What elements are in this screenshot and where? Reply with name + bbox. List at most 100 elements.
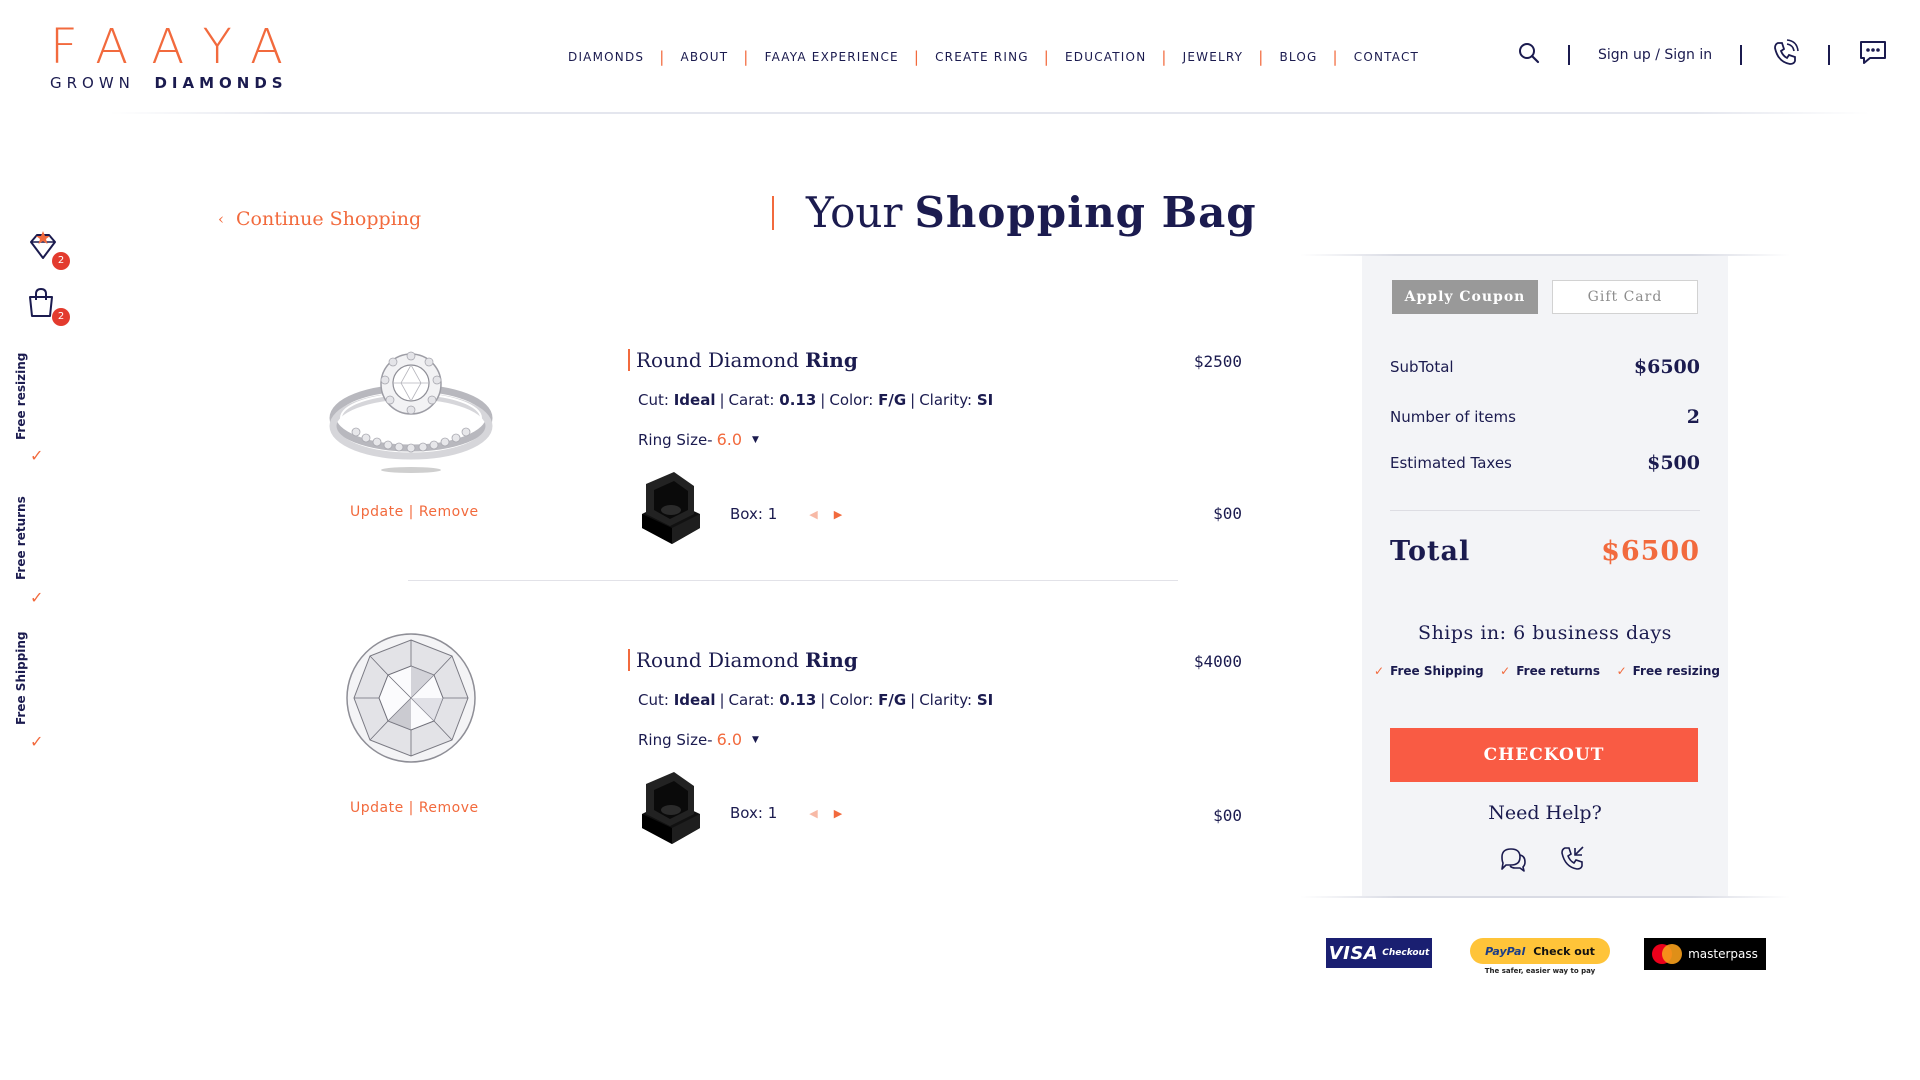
cut-value: Ideal	[673, 391, 716, 409]
item-1-box-price: $00	[1213, 504, 1242, 523]
color-label: Color:	[829, 391, 874, 409]
item-2-box-price: $00	[1213, 806, 1242, 825]
ring-size-value: 6.0	[716, 730, 743, 749]
item-2-ring-size-select[interactable]: Ring Size- 6.0 ▼	[638, 730, 759, 749]
color-value: F/G	[878, 391, 907, 409]
increase-arrow-icon[interactable]: ▶	[834, 508, 842, 521]
perk-resizing: ✓ Free resizing	[1617, 664, 1720, 678]
bag-count-badge: 2	[52, 308, 70, 326]
item-2-name[interactable]: Round Diamond Ring	[628, 648, 858, 672]
item-divider	[408, 580, 1178, 581]
perk-resizing-label: Free resizing	[1632, 664, 1720, 678]
visa-checkout-label: Checkout	[1382, 948, 1430, 958]
nav-separator: |	[1332, 48, 1339, 66]
item-1-name[interactable]: Round Diamond Ring	[628, 348, 858, 372]
main-nav: DIAMONDS | ABOUT | FAAYA EXPERIENCE | CREAT…	[568, 48, 1419, 66]
nav-contact[interactable]: CONTACT	[1354, 50, 1419, 64]
auth-link[interactable]: Sign up / Sign in	[1598, 47, 1712, 63]
spec-separator: |	[820, 391, 826, 409]
nav-education[interactable]: EDUCATION	[1065, 50, 1146, 64]
header-separator	[1828, 45, 1831, 65]
call-icon[interactable]	[1558, 844, 1588, 878]
bag-button[interactable]: 2	[26, 286, 70, 326]
paypal-pill: PayPal Check out	[1470, 938, 1610, 964]
subtotal-value: $6500	[1633, 356, 1700, 378]
chevron-left-icon: ‹	[218, 210, 224, 228]
nav-diamonds[interactable]: DIAMONDS	[568, 50, 644, 64]
nav-separator: |	[1258, 48, 1265, 66]
nav-create-ring[interactable]: CREATE RING	[935, 50, 1029, 64]
masterpass-badge: masterpass	[1644, 938, 1766, 970]
spec-separator: |	[719, 691, 725, 709]
nav-jewelry[interactable]: JEWELRY	[1183, 50, 1244, 64]
carat-label: Carat:	[728, 391, 775, 409]
spec-separator: |	[910, 691, 916, 709]
ring-image[interactable]	[326, 340, 496, 480]
phone-icon[interactable]	[1770, 38, 1800, 72]
wishlist-button[interactable]: 2	[26, 230, 70, 270]
perk-shipping-label: Free Shipping	[1390, 664, 1484, 678]
brand-logo[interactable]: FAAYA GROWN DIAMONDS	[50, 22, 290, 92]
decrease-arrow-icon[interactable]: ◀	[809, 807, 817, 820]
title-light: Your	[806, 188, 903, 237]
spec-separator: |	[820, 691, 826, 709]
clarity-value: SI	[976, 391, 994, 409]
item-2-specs: Cut: Ideal | Carat: 0.13 | Color: F/G | Clarit…	[638, 691, 993, 709]
item-1-ring-size-select[interactable]: Ring Size- 6.0 ▼	[638, 430, 759, 449]
remove-link[interactable]: Remove	[419, 800, 479, 816]
perk-returns: ✓ Free returns	[1500, 664, 1600, 678]
items-count-row: Number of items 2	[1390, 406, 1700, 428]
item-1-price: $2500	[1193, 352, 1242, 371]
rail-perk-returns: Free returns	[14, 496, 28, 580]
total-label: Total	[1390, 536, 1471, 567]
nav-faaya-experience[interactable]: FAAYA EXPERIENCE	[765, 50, 899, 64]
spec-separator: |	[719, 391, 725, 409]
taxes-row: Estimated Taxes $500	[1390, 452, 1700, 474]
header-separator	[1740, 45, 1743, 65]
items-count-value: 2	[1686, 406, 1700, 428]
cut-label: Cut:	[638, 691, 669, 709]
item-1-box-stepper: Box: 1 ◀ ▶	[730, 505, 842, 523]
carat-value: 0.13	[779, 691, 817, 709]
checkout-button[interactable]: CHECKOUT	[1390, 728, 1698, 782]
header-divider	[110, 112, 1870, 114]
nav-blog[interactable]: BLOG	[1279, 50, 1317, 64]
nav-about[interactable]: ABOUT	[681, 50, 729, 64]
subtotal-row: SubTotal $6500	[1390, 356, 1700, 378]
chat-icon[interactable]	[1858, 39, 1888, 71]
carat-label: Carat:	[728, 691, 775, 709]
paypal-tagline: The safer, easier way to pay	[1484, 967, 1596, 975]
update-link[interactable]: Update	[350, 504, 404, 520]
nav-separator: |	[1043, 48, 1051, 66]
update-link[interactable]: Update	[350, 800, 404, 816]
remove-link[interactable]: Remove	[419, 504, 479, 520]
rail-perk-resizing: Free resizing	[14, 352, 28, 440]
perk-returns-label: Free returns	[1516, 664, 1600, 678]
gift-card-tab[interactable]: Gift Card	[1552, 280, 1698, 314]
spec-separator: |	[910, 391, 916, 409]
ring-size-value: 6.0	[716, 430, 743, 449]
product-name-light: Round Diamond	[636, 648, 800, 672]
ring-size-label: Ring Size-	[638, 430, 713, 449]
continue-shopping-link[interactable]: ‹ Continue Shopping	[218, 208, 421, 230]
live-chat-icon[interactable]	[1498, 844, 1528, 878]
taxes-label: Estimated Taxes	[1390, 454, 1512, 472]
increase-arrow-icon[interactable]: ▶	[834, 807, 842, 820]
paypal-checkout-badge: PayPal Check out The safer, easier way t…	[1470, 938, 1610, 978]
box-quantity: Box: 1	[730, 804, 778, 822]
check-icon: ✓	[30, 732, 44, 751]
item-2-price: $4000	[1193, 652, 1242, 671]
search-icon[interactable]	[1518, 42, 1540, 68]
name-accent-bar	[628, 349, 630, 371]
apply-coupon-tab[interactable]: Apply Coupon	[1392, 280, 1538, 314]
item-2-actions: Update | Remove	[350, 800, 479, 816]
order-summary-panel	[1362, 256, 1728, 896]
decrease-arrow-icon[interactable]: ◀	[809, 508, 817, 521]
cut-label: Cut:	[638, 391, 669, 409]
header-actions: Sign up / Sign in	[1518, 38, 1888, 72]
item-1-specs: Cut: Ideal | Carat: 0.13 | Color: F/G | Clarit…	[638, 391, 993, 409]
diamond-image[interactable]	[326, 626, 496, 766]
masterpass-wordmark: masterpass	[1688, 947, 1758, 961]
nav-separator: |	[743, 48, 750, 66]
logo-wordmark: FAAYA	[50, 19, 305, 75]
